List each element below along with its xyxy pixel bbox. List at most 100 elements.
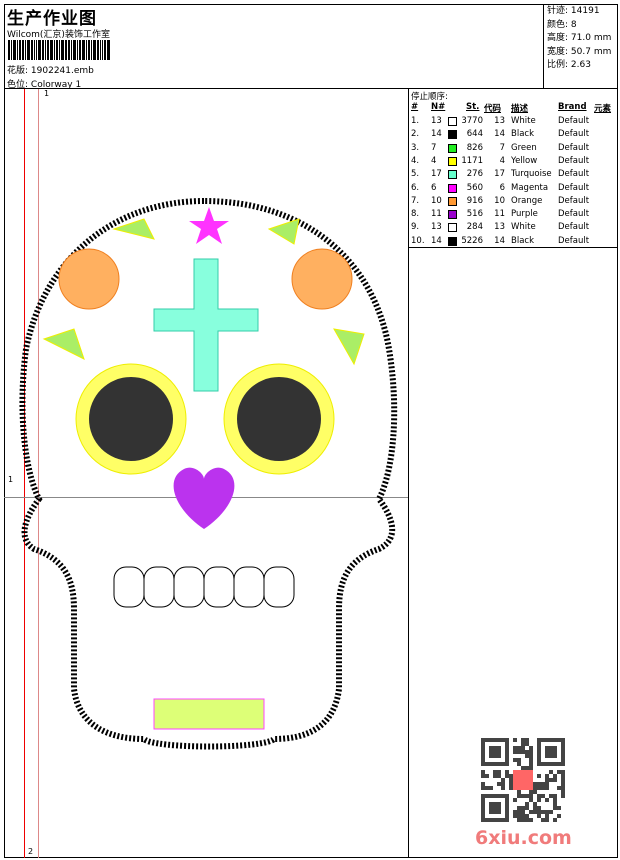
table-row: 4. 4 1171 4 Yellow Default xyxy=(411,156,616,169)
row-stitches: 5226 xyxy=(461,235,483,246)
col-stitches: St. xyxy=(466,102,480,112)
table-row: 7. 10 916 10 Orange Default xyxy=(411,196,616,209)
row-index: 10. xyxy=(411,235,425,246)
row-brand: Default xyxy=(558,169,590,180)
row-stitches: 3770 xyxy=(461,116,483,126)
right-rose xyxy=(291,248,353,310)
page-title: 生产作业图 xyxy=(7,9,97,29)
color-count: 颜色: 8 xyxy=(547,19,577,30)
row-stitches: 644 xyxy=(466,129,483,140)
table-row: 2. 14 644 14 Black Default xyxy=(411,129,616,142)
row-description: Orange xyxy=(511,195,543,206)
table-row: 1. 13 3770 13 White Default xyxy=(411,116,616,129)
color-swatch xyxy=(448,130,457,140)
stitch-count: 针迹: 14191 xyxy=(547,6,600,16)
header: 生产作业图 Wilcom(汇京)装饰工作室 花版: 1902241.emb 色位… xyxy=(4,4,618,90)
row-needle: 14 xyxy=(431,235,442,246)
row-needle: 17 xyxy=(431,169,442,180)
row-index: 1. xyxy=(411,116,420,126)
row-brand: Default xyxy=(558,155,590,166)
row-stitches: 560 xyxy=(466,182,483,193)
row-needle: 4 xyxy=(431,155,437,166)
row-description: Purple xyxy=(511,209,538,220)
row-brand: Default xyxy=(558,116,590,126)
design-height: 高度: 71.0 mm xyxy=(547,33,612,43)
color-swatch xyxy=(448,196,457,206)
row-stitches: 1171 xyxy=(461,155,483,166)
row-stitches: 516 xyxy=(466,209,483,220)
col-index: # xyxy=(411,102,419,112)
color-swatch xyxy=(448,223,457,233)
design-scale: 比例: 2.63 xyxy=(547,60,591,70)
row-description: Magenta xyxy=(511,182,549,193)
table-row: 6. 6 560 6 Magenta Default xyxy=(411,183,616,196)
row-brand: Default xyxy=(558,235,590,246)
design-width: 宽度: 50.7 mm xyxy=(547,46,612,57)
row-code: 11 xyxy=(494,209,505,220)
row-stitches: 284 xyxy=(466,222,483,233)
row-code: 10 xyxy=(494,195,505,206)
embroidery-design-area: 1 2 1 xyxy=(4,89,409,858)
color-swatch xyxy=(448,183,457,193)
star xyxy=(189,207,229,244)
left-rose xyxy=(58,248,120,310)
row-code: 13 xyxy=(494,222,505,233)
row-description: Black xyxy=(511,129,534,140)
row-index: 2. xyxy=(411,129,420,140)
row-description: White xyxy=(511,222,536,233)
row-needle: 14 xyxy=(431,129,442,140)
stop-sequence-caption: 停止顺序: xyxy=(411,92,448,102)
row-stitches: 916 xyxy=(466,195,483,206)
qr-code xyxy=(481,738,565,822)
col-element: 元素 xyxy=(594,104,612,114)
right-eye xyxy=(237,377,321,461)
row-description: Turquoise xyxy=(511,169,552,180)
row-index: 9. xyxy=(411,222,420,233)
row-code: 17 xyxy=(494,169,505,180)
row-index: 4. xyxy=(411,155,420,166)
row-needle: 6 xyxy=(431,182,437,193)
company-name: Wilcom(汇京)装饰工作室 xyxy=(7,30,110,40)
color-swatch xyxy=(448,236,457,246)
row-brand: Default xyxy=(558,129,590,140)
row-description: Yellow xyxy=(511,155,538,166)
row-brand: Default xyxy=(558,209,590,220)
row-code: 14 xyxy=(494,235,505,246)
row-index: 5. xyxy=(411,169,420,180)
row-brand: Default xyxy=(558,195,590,206)
color-swatch xyxy=(448,170,457,180)
row-description: Green xyxy=(511,142,537,153)
col-description: 描述 xyxy=(511,104,529,114)
barcode xyxy=(8,40,123,60)
row-needle: 13 xyxy=(431,116,442,126)
row-description: White xyxy=(511,116,536,126)
sugar-skull-embroidery xyxy=(19,197,398,750)
row-code: 7 xyxy=(499,142,505,153)
row-stitches: 276 xyxy=(466,169,483,180)
row-description: Black xyxy=(511,235,534,246)
color-swatch xyxy=(448,143,457,153)
row-brand: Default xyxy=(558,222,590,233)
row-code: 6 xyxy=(499,182,505,193)
row-needle: 11 xyxy=(431,209,442,220)
nose-heart xyxy=(173,467,235,529)
table-row: 9. 13 284 13 White Default xyxy=(411,222,616,235)
left-eye xyxy=(89,377,173,461)
row-stitches: 826 xyxy=(466,142,483,153)
row-index: 8. xyxy=(411,209,420,220)
row-code: 4 xyxy=(499,155,505,166)
chin-flowers xyxy=(153,698,265,730)
col-code: 代码 xyxy=(484,104,502,114)
row-index: 7. xyxy=(411,195,420,206)
teeth xyxy=(113,566,295,608)
row-code: 13 xyxy=(494,116,505,126)
col-brand: Brand xyxy=(558,102,587,112)
row-brand: Default xyxy=(558,142,590,153)
pattern-label: 花版: xyxy=(7,66,29,76)
color-swatch xyxy=(448,156,457,166)
row-needle: 7 xyxy=(431,142,437,153)
row-code: 14 xyxy=(494,129,505,140)
table-row: 10. 14 5226 14 Black Default xyxy=(411,236,616,249)
row-index: 6. xyxy=(411,182,420,193)
pattern-file: 花版: 1902241.emb xyxy=(7,63,94,76)
